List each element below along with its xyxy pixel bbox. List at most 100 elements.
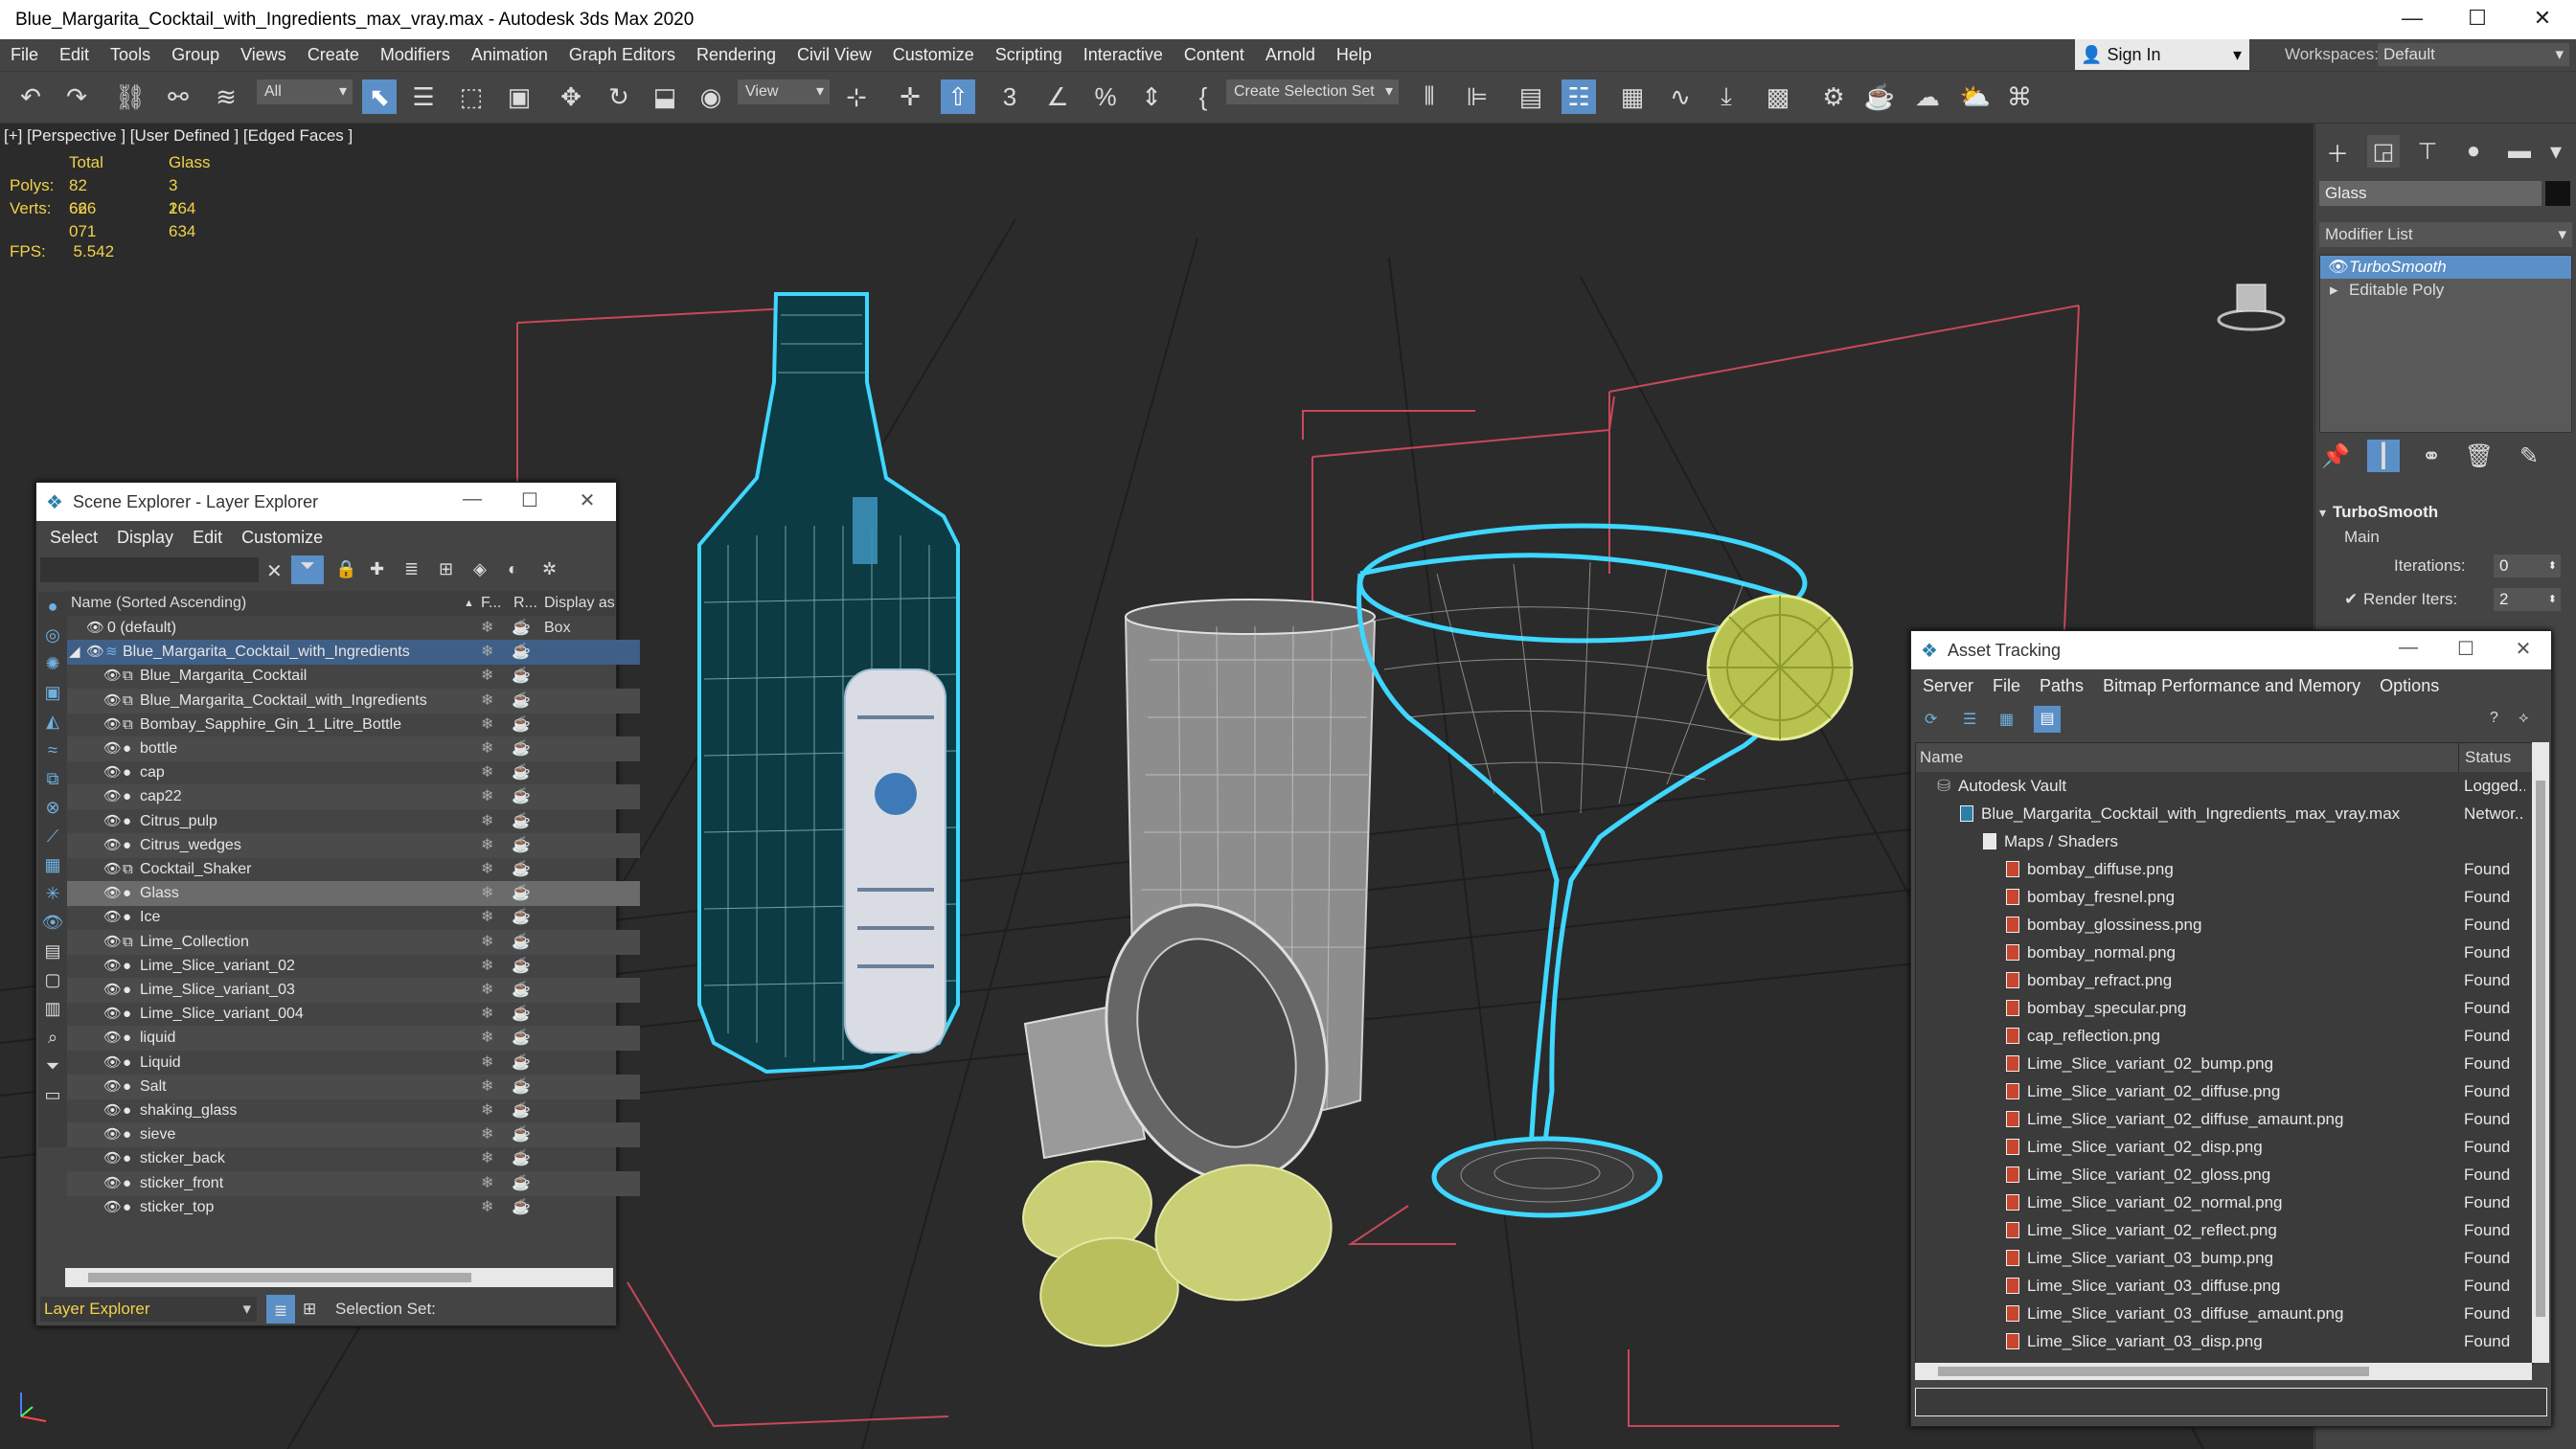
horizontal-scrollbar[interactable]: [65, 1268, 613, 1287]
clear-search-icon[interactable]: ✕: [266, 559, 283, 583]
link-icon[interactable]: ⛓: [113, 79, 148, 114]
unlink-icon[interactable]: ⚯: [161, 79, 195, 114]
renderable-icon[interactable]: ☕: [512, 905, 531, 930]
freeze-icon[interactable]: ❄: [481, 664, 493, 689]
renderable-icon[interactable]: ☕: [512, 954, 531, 979]
render-production-icon[interactable]: ☁: [1910, 79, 1945, 114]
motion-tab-icon[interactable]: ●: [2457, 135, 2490, 168]
se-menu-select[interactable]: Select: [40, 521, 107, 554]
named-selection-dropdown[interactable]: Create Selection Set ▾: [1226, 79, 1399, 104]
find-icon[interactable]: ⌕: [38, 1023, 67, 1052]
freeze-icon[interactable]: ❄: [481, 713, 493, 737]
renderable-icon[interactable]: ☕: [512, 833, 531, 858]
undo-icon[interactable]: ↶: [13, 79, 48, 114]
visibility-eye-icon[interactable]: 👁: [103, 833, 122, 858]
asset-row[interactable]: Lime_Slice_variant_02_gloss.png Found: [1920, 1161, 2525, 1189]
stack-item-turbosmooth[interactable]: 👁 TurboSmooth: [2320, 256, 2571, 279]
view-cube-icon[interactable]: [2217, 283, 2286, 331]
menu-item-create[interactable]: Create: [297, 39, 370, 70]
renderable-icon[interactable]: ☕: [512, 736, 531, 761]
spacewarps-filter-icon[interactable]: ≈: [38, 736, 67, 764]
asset-row[interactable]: Lime_Slice_variant_02_normal.png Found: [1920, 1189, 2525, 1216]
se-menu-edit[interactable]: Edit: [183, 521, 232, 554]
menu-item-animation[interactable]: Animation: [461, 39, 559, 70]
angle-snap-icon[interactable]: ∠: [1040, 79, 1075, 114]
visibility-eye-icon[interactable]: 👁: [103, 857, 122, 882]
freeze-icon[interactable]: ❄: [481, 954, 493, 979]
scene-explorer-row[interactable]: 👁 ● liquid ❄ ☕: [67, 1026, 640, 1052]
visibility-eye-icon[interactable]: 👁: [103, 930, 122, 955]
asset-row[interactable]: ⛁ Autodesk Vault Logged...: [1920, 772, 2525, 800]
renderable-icon[interactable]: ☕: [512, 930, 531, 955]
lights-filter-icon[interactable]: ✺: [38, 649, 67, 678]
render-cloud-icon[interactable]: ⛅: [1958, 79, 1993, 114]
at-menu-options[interactable]: Options: [2370, 669, 2449, 702]
scene-explorer-row[interactable]: 👁 ⧉ Lime_Collection ❄ ☕: [67, 929, 640, 955]
freeze-icon[interactable]: ❄: [481, 1026, 493, 1051]
freeze-icon[interactable]: ❄: [481, 1075, 493, 1099]
renderable-icon[interactable]: ☕: [512, 1026, 531, 1051]
renderable-icon[interactable]: ☕: [512, 857, 531, 882]
visibility-eye-icon[interactable]: 👁: [103, 1026, 122, 1051]
expand-arrow-icon[interactable]: ◢: [69, 640, 80, 665]
scrollbar-thumb[interactable]: [1938, 1367, 2369, 1376]
visibility-eye-icon[interactable]: 👁: [103, 1171, 122, 1196]
edit-named-selection-icon[interactable]: {: [1186, 79, 1220, 114]
sign-in-dropdown[interactable]: 👤 Sign In ▾: [2075, 39, 2249, 70]
freeze-icon[interactable]: ❄: [481, 616, 493, 641]
renderable-icon[interactable]: ☕: [512, 760, 531, 785]
menu-item-customize[interactable]: Customize: [882, 39, 985, 70]
modifier-list-dropdown[interactable]: Modifier List ▾: [2319, 222, 2572, 247]
modify-tab-icon[interactable]: ◲: [2367, 135, 2400, 168]
scene-explorer-row[interactable]: 👁 ● Lime_Slice_variant_03 ❄ ☕: [67, 978, 640, 1003]
folder-icon[interactable]: ▭: [38, 1080, 67, 1109]
toggle-layer-explorer-icon[interactable]: ☷: [1562, 79, 1596, 114]
renderable-icon[interactable]: ☕: [512, 1051, 531, 1075]
selection-set-icon[interactable]: ⊞: [303, 1293, 316, 1325]
menu-item-rendering[interactable]: Rendering: [686, 39, 786, 70]
help-icon[interactable]: ?: [2490, 710, 2498, 727]
asset-row[interactable]: bombay_refract.png Found: [1920, 966, 2525, 994]
renderable-icon[interactable]: ☕: [512, 1002, 531, 1027]
refresh-icon[interactable]: ⟳: [1925, 710, 1937, 729]
visibility-eye-icon[interactable]: 👁: [103, 954, 122, 979]
minimize-button[interactable]: —: [448, 488, 496, 515]
shapes-filter-icon[interactable]: ◎: [38, 621, 67, 649]
asset-row[interactable]: bombay_normal.png Found: [1920, 939, 2525, 966]
column-freeze-header[interactable]: F...: [481, 591, 501, 616]
freeze-icon[interactable]: ❄: [481, 930, 493, 955]
at-menu-file[interactable]: File: [1983, 669, 2030, 702]
renderable-icon[interactable]: ☕: [512, 1122, 531, 1147]
column-render-header[interactable]: R...: [513, 591, 537, 616]
scrollbar-thumb[interactable]: [2536, 781, 2545, 1317]
visibility-eye-icon[interactable]: 👁: [103, 1002, 122, 1027]
visibility-eye-icon[interactable]: 👁: [86, 640, 104, 665]
close-button[interactable]: ✕: [2514, 6, 2571, 34]
asset-row[interactable]: bombay_specular.png Found: [1920, 994, 2525, 1022]
scene-explorer-row[interactable]: 👁 ⧉ Bombay_Sapphire_Gin_1_Litre_Bottle ❄ ☕: [67, 713, 640, 737]
menu-item-civil-view[interactable]: Civil View: [786, 39, 882, 70]
scene-explorer-row[interactable]: 👁 ● sticker_top ❄ ☕: [67, 1195, 640, 1220]
renderable-icon[interactable]: ☕: [512, 664, 531, 689]
freeze-icon[interactable]: ❄: [481, 857, 493, 882]
freeze-icon[interactable]: ❄: [481, 978, 493, 1003]
redo-icon[interactable]: ↷: [59, 79, 94, 114]
geometry-filter-icon[interactable]: ●: [38, 592, 67, 621]
freeze-icon[interactable]: ❄: [481, 809, 493, 834]
renderable-icon[interactable]: ☕: [512, 1075, 531, 1099]
freeze-icon[interactable]: ❄: [481, 833, 493, 858]
rotate-icon[interactable]: ↻: [602, 79, 636, 114]
display-none-icon[interactable]: ▢: [38, 965, 67, 994]
selection-filter-dropdown[interactable]: All ▾: [257, 79, 353, 104]
schematic-view-icon[interactable]: ⤓: [1709, 79, 1744, 114]
menu-item-arnold[interactable]: Arnold: [1255, 39, 1326, 70]
spinner-arrows-icon[interactable]: ⬍: [2548, 555, 2557, 577]
scene-explorer-row[interactable]: 👁 ● Lime_Slice_variant_004 ❄ ☕: [67, 1002, 640, 1027]
display-tab-icon[interactable]: ▬: [2503, 135, 2536, 168]
asset-row[interactable]: Lime_Slice_variant_03_diffuse.png Found: [1920, 1272, 2525, 1300]
select-manipulate-icon[interactable]: ✛: [893, 79, 927, 114]
spinner-arrows-icon[interactable]: ⬍: [2548, 588, 2557, 611]
renderable-icon[interactable]: ☕: [512, 881, 531, 906]
renderable-icon[interactable]: ☕: [512, 713, 531, 737]
scene-explorer-row[interactable]: 👁 ● sticker_front ❄ ☕: [67, 1170, 640, 1196]
